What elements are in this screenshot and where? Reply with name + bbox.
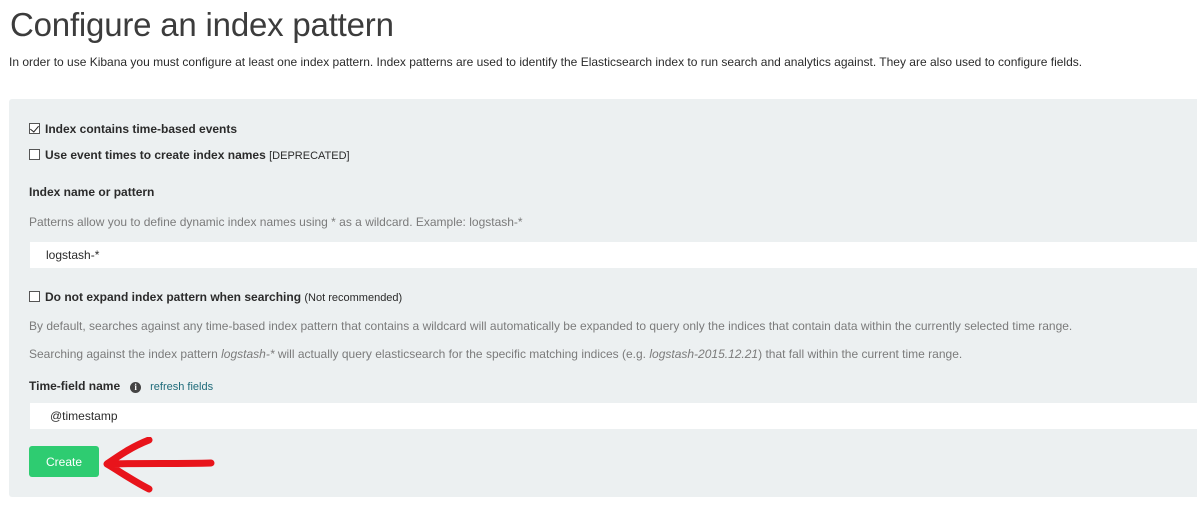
page-title: Configure an index pattern [10,6,394,43]
index-name-input[interactable] [30,242,1197,268]
info-circle-icon[interactable]: i [130,382,142,393]
no-expand-checkbox-row[interactable]: Do not expand index pattern when searchi… [29,290,402,304]
index-name-help: Patterns allow you to define dynamic ind… [29,215,523,229]
help2-text-b: will actually query elasticsearch for th… [274,347,650,361]
help2-text-a: Searching against the index pattern [29,347,222,361]
time-field-label: Time-field name [29,379,121,393]
refresh-fields-link[interactable]: refresh fields [150,381,213,393]
time-based-checkbox[interactable] [29,123,40,134]
event-times-label: Use event times to create index names [45,148,266,162]
help2-pattern: logstash-* [221,347,275,361]
event-times-checkbox[interactable] [29,149,40,160]
help2-example: logstash-2015.12.21 [649,347,759,361]
time-field-select[interactable]: @timestamp [30,403,1197,429]
no-expand-checkbox[interactable] [29,291,40,302]
no-expand-help-2: Searching against the index pattern logs… [29,347,962,361]
no-expand-label: Do not expand index pattern when searchi… [45,290,302,304]
left-arrow-icon [103,437,215,493]
deprecated-tag: [DEPRECATED] [269,150,350,162]
index-name-label: Index name or pattern [29,185,155,199]
no-expand-help-1: By default, searches against any time-ba… [29,319,1073,333]
not-recommended-tag: (Not recommended) [304,292,403,304]
intro-text: In order to use Kibana you must configur… [9,55,1083,69]
event-times-checkbox-row[interactable]: Use event times to create index names [D… [29,148,350,162]
create-button[interactable]: Create [29,446,99,477]
time-field-header: Time-field name i refresh fields [29,379,213,393]
help2-text-c: ) that fall within the current time rang… [758,347,963,361]
time-based-checkbox-row[interactable]: Index contains time-based events [29,122,237,136]
time-based-label: Index contains time-based events [45,122,238,136]
